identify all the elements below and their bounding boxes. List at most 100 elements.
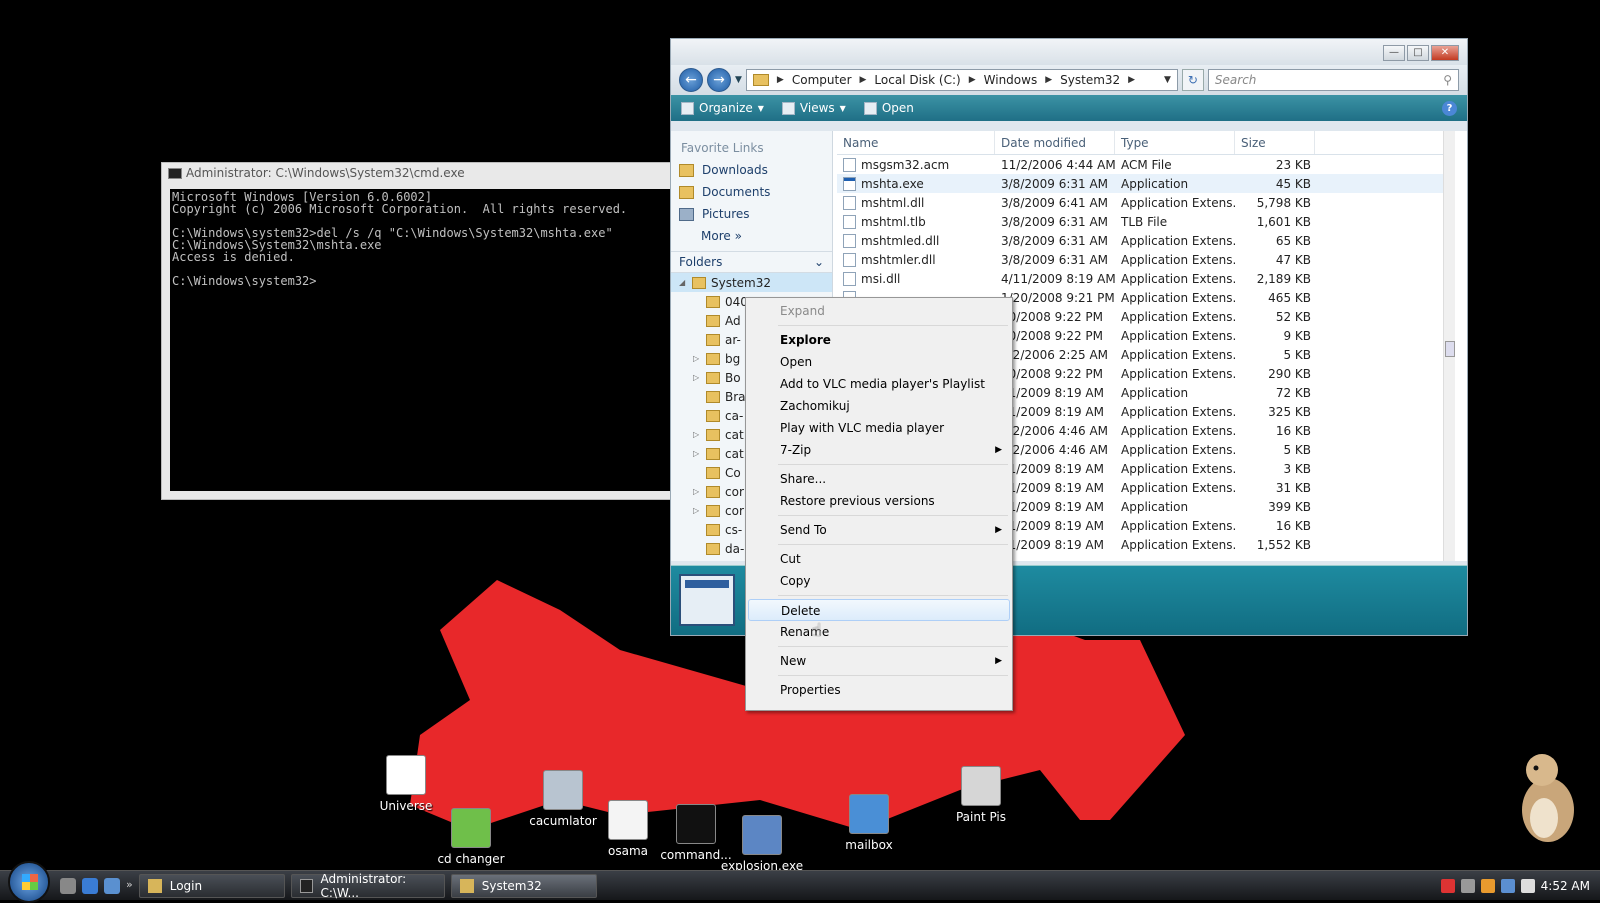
tray-app-icon[interactable] [1460, 878, 1475, 893]
file-row[interactable]: mshta.exe 3/8/2009 6:31 AM Application 45 K… [837, 174, 1455, 193]
address-bar[interactable]: ▶ Computer ▶ Local Disk (C:) ▶ Windows ▶… [745, 69, 1178, 91]
desktop-icon-universe[interactable]: Universe [360, 755, 452, 813]
switch-windows-icon[interactable] [104, 877, 120, 894]
file-row[interactable]: msi.dll 4/11/2009 8:19 AM Application Exte… [837, 269, 1455, 288]
file-list-header: Name Date modified Type Size [837, 131, 1455, 155]
cmd-window[interactable]: Administrator: C:\Windows\System32\cmd.e… [161, 162, 671, 500]
menu-item-share[interactable]: Share... [748, 468, 1010, 490]
taskbar: » Login Administrator: C:\W... System32 … [0, 860, 1600, 903]
network-icon[interactable] [1500, 878, 1515, 893]
menu-item-new[interactable]: New ▶ [748, 650, 1010, 672]
menu-item-cut[interactable]: Cut [748, 548, 1010, 570]
pictures-folder-icon [679, 207, 694, 221]
refresh-button[interactable]: ↻ [1181, 69, 1204, 91]
menu-item-properties[interactable]: Properties [748, 679, 1010, 701]
column-header-size[interactable]: Size [1235, 131, 1315, 154]
menu-item-restore-previous-versions[interactable]: Restore previous versions [748, 490, 1010, 512]
file-type: Application Extens... [1121, 423, 1235, 438]
desktop-icon-mailbox[interactable]: mailbox [823, 794, 915, 852]
file-date: 11/2009 8:19 AM [1001, 385, 1104, 400]
menu-item-open[interactable]: Open [748, 351, 1010, 373]
chevron-right-icon[interactable]: ▶ [860, 75, 867, 85]
menu-item-7-zip[interactable]: 7-Zip ▶ [748, 439, 1010, 461]
favorite-link-documents[interactable]: Documents [671, 181, 832, 203]
chevron-right-icon[interactable]: ▶ [1045, 75, 1052, 85]
show-desktop-icon[interactable] [60, 877, 76, 894]
vertical-scrollbar[interactable] [1443, 131, 1455, 561]
chevron-right-icon[interactable]: ▶ [1128, 75, 1135, 85]
breadcrumb-windows[interactable]: Windows [984, 73, 1038, 87]
open-button[interactable]: Open [863, 101, 914, 115]
file-row[interactable]: mshtmled.dll 3/8/2009 6:31 AM Application … [837, 231, 1455, 250]
breadcrumb-local-disk[interactable]: Local Disk (C:) [874, 73, 960, 87]
minimize-button[interactable]: — [1383, 45, 1405, 61]
menu-item-play-with-vlc-media-player[interactable]: Play with VLC media player [748, 417, 1010, 439]
menu-item-zachomikuj[interactable]: Zachomikuj [748, 395, 1010, 417]
internet-explorer-icon[interactable] [82, 877, 98, 894]
expand-arrow-icon[interactable]: ▷ [693, 373, 701, 382]
breadcrumb-computer[interactable]: Computer [792, 73, 852, 87]
column-header-name[interactable]: Name [837, 131, 995, 154]
file-row[interactable]: mshtml.dll 3/8/2009 6:41 AM Application Ex… [837, 193, 1455, 212]
expand-arrow-icon[interactable]: ▷ [693, 487, 701, 496]
views-button[interactable]: Views ▼ [781, 101, 846, 115]
recent-pages-dropdown[interactable]: ▼ [735, 75, 742, 85]
desktop-icon-explosion-exe[interactable]: explosion.exe [716, 815, 808, 873]
forward-button[interactable]: → [707, 68, 731, 92]
organize-button[interactable]: Organize ▼ [681, 101, 764, 115]
maximize-button[interactable]: □ [1407, 45, 1429, 61]
menu-item-send-to[interactable]: Send To ▶ [748, 519, 1010, 541]
file-row[interactable]: mshtml.tlb 3/8/2009 6:31 AM TLB File 1,601 … [837, 212, 1455, 231]
desktop-icon-paint-pis[interactable]: Paint Pis [935, 766, 1027, 824]
search-input[interactable]: Search ⚲ [1207, 69, 1459, 91]
tray-app-icon[interactable] [1480, 878, 1495, 893]
favorite-link-downloads[interactable]: Downloads [671, 159, 832, 181]
folders-header[interactable]: Folders ⌄ [671, 251, 832, 273]
folder-icon [706, 447, 720, 460]
taskbar-button-login[interactable]: Login [138, 873, 285, 898]
desktop-icon-cd-changer[interactable]: cd changer [425, 808, 517, 866]
chevron-right-icon[interactable]: ▶ [777, 75, 784, 85]
menu-separator [778, 595, 1008, 596]
menu-item-copy[interactable]: Copy [748, 570, 1010, 592]
file-row[interactable]: msgsm32.acm 11/2/2006 4:44 AM ACM File 23 K… [837, 155, 1455, 174]
volume-icon[interactable] [1520, 878, 1535, 893]
cmd-console-output[interactable]: Microsoft Windows [Version 6.0.6002] Copy… [170, 189, 670, 491]
tree-item-system32[interactable]: ◢ System32 [671, 273, 832, 292]
scroll-thumb[interactable] [1445, 341, 1455, 357]
expand-arrow-icon[interactable]: ▷ [693, 354, 701, 363]
shortcut-icon [386, 755, 426, 795]
cmd-app-icon [299, 878, 313, 893]
menu-item-add-to-vlc-media-player-s-playlist[interactable]: Add to VLC media player's Playlist [748, 373, 1010, 395]
help-icon[interactable]: ? [1442, 100, 1457, 116]
expand-arrow-icon[interactable]: ▷ [693, 430, 701, 439]
console-line: Copyright (c) 2006 Microsoft Corporation… [172, 202, 628, 216]
file-row[interactable]: mshtmler.dll 3/8/2009 6:31 AM Application … [837, 250, 1455, 269]
favorite-link-pictures[interactable]: Pictures [671, 203, 832, 225]
start-button[interactable] [8, 860, 50, 903]
explorer-titlebar[interactable]: — □ ✕ [671, 39, 1467, 65]
more-links-button[interactable]: More » [671, 225, 832, 247]
column-header-type[interactable]: Type [1115, 131, 1235, 154]
search-icon[interactable]: ⚲ [1443, 73, 1452, 87]
column-header-date[interactable]: Date modified [995, 131, 1115, 154]
chevron-right-icon[interactable]: ▶ [969, 75, 976, 85]
quick-launch-overflow-icon[interactable]: » [126, 878, 133, 894]
cmd-titlebar[interactable]: Administrator: C:\Windows\System32\cmd.e… [162, 163, 670, 183]
security-alert-icon[interactable] [1440, 878, 1455, 893]
menu-item-explore[interactable]: Explore [748, 329, 1010, 351]
menu-item-delete[interactable]: Delete [748, 599, 1010, 621]
taskbar-button-system32[interactable]: System32 [450, 873, 597, 898]
taskbar-button-cmd[interactable]: Administrator: C:\W... [290, 872, 445, 900]
menu-item-rename[interactable]: Rename [748, 621, 1010, 643]
expand-arrow-icon[interactable]: ▷ [693, 506, 701, 515]
close-button[interactable]: ✕ [1431, 45, 1459, 61]
clock[interactable]: 4:52 AM [1541, 879, 1590, 893]
back-button[interactable]: ← [679, 68, 703, 92]
folder-icon [706, 523, 720, 536]
file-size: 16 KB [1275, 423, 1311, 438]
expand-arrow-icon[interactable]: ▷ [693, 449, 701, 458]
breadcrumb-system32[interactable]: System32 [1060, 73, 1120, 87]
expand-arrow-icon[interactable]: ◢ [679, 278, 687, 287]
address-dropdown-icon[interactable]: ▼ [1164, 75, 1171, 85]
